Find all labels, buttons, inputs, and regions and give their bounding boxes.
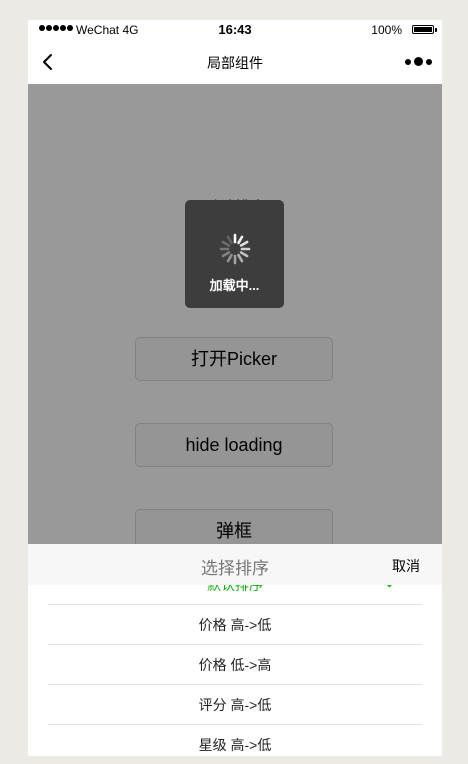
sort-option[interactable]: 价格 低->高 bbox=[48, 645, 422, 685]
status-bar: WeChat 4G 16:43 100% bbox=[28, 20, 442, 42]
picker-title: 选择排序 bbox=[201, 559, 269, 578]
phone-screen: WeChat 4G 16:43 100% 局部组件 默认排序 打开Picker … bbox=[28, 20, 442, 756]
battery-percent: 100% bbox=[371, 23, 402, 37]
sort-picker-sheet: 选择排序 取消 默认排序 价格 高->低 价格 低->高 评分 高->低 星级 … bbox=[28, 544, 442, 756]
sort-option[interactable]: 默认排序 bbox=[48, 585, 422, 605]
picker-header: 选择排序 取消 bbox=[28, 544, 442, 585]
sort-option-label: 价格 低->高 bbox=[198, 657, 272, 673]
checkmark-icon bbox=[386, 585, 392, 588]
sort-option[interactable]: 评分 高->低 bbox=[48, 685, 422, 725]
sort-option-label: 评分 高->低 bbox=[198, 697, 272, 713]
page-title: 局部组件 bbox=[207, 55, 263, 71]
loading-toast: 加载中... bbox=[185, 200, 284, 308]
navigation-bar: 局部组件 bbox=[28, 42, 442, 84]
loading-text: 加载中... bbox=[209, 278, 260, 293]
more-options-icon[interactable] bbox=[405, 57, 432, 66]
loading-spinner-icon bbox=[219, 233, 251, 265]
sort-option-list: 默认排序 价格 高->低 价格 低->高 评分 高->低 星级 高->低 bbox=[28, 585, 442, 756]
sort-option[interactable]: 星级 高->低 bbox=[48, 725, 422, 756]
sort-option-label: 星级 高->低 bbox=[198, 737, 272, 753]
sort-option-label: 价格 高->低 bbox=[198, 617, 272, 633]
sort-option-label: 默认排序 bbox=[207, 585, 263, 593]
sort-option[interactable]: 价格 高->低 bbox=[48, 605, 422, 645]
battery-icon bbox=[412, 25, 437, 34]
cancel-button[interactable]: 取消 bbox=[392, 556, 420, 576]
